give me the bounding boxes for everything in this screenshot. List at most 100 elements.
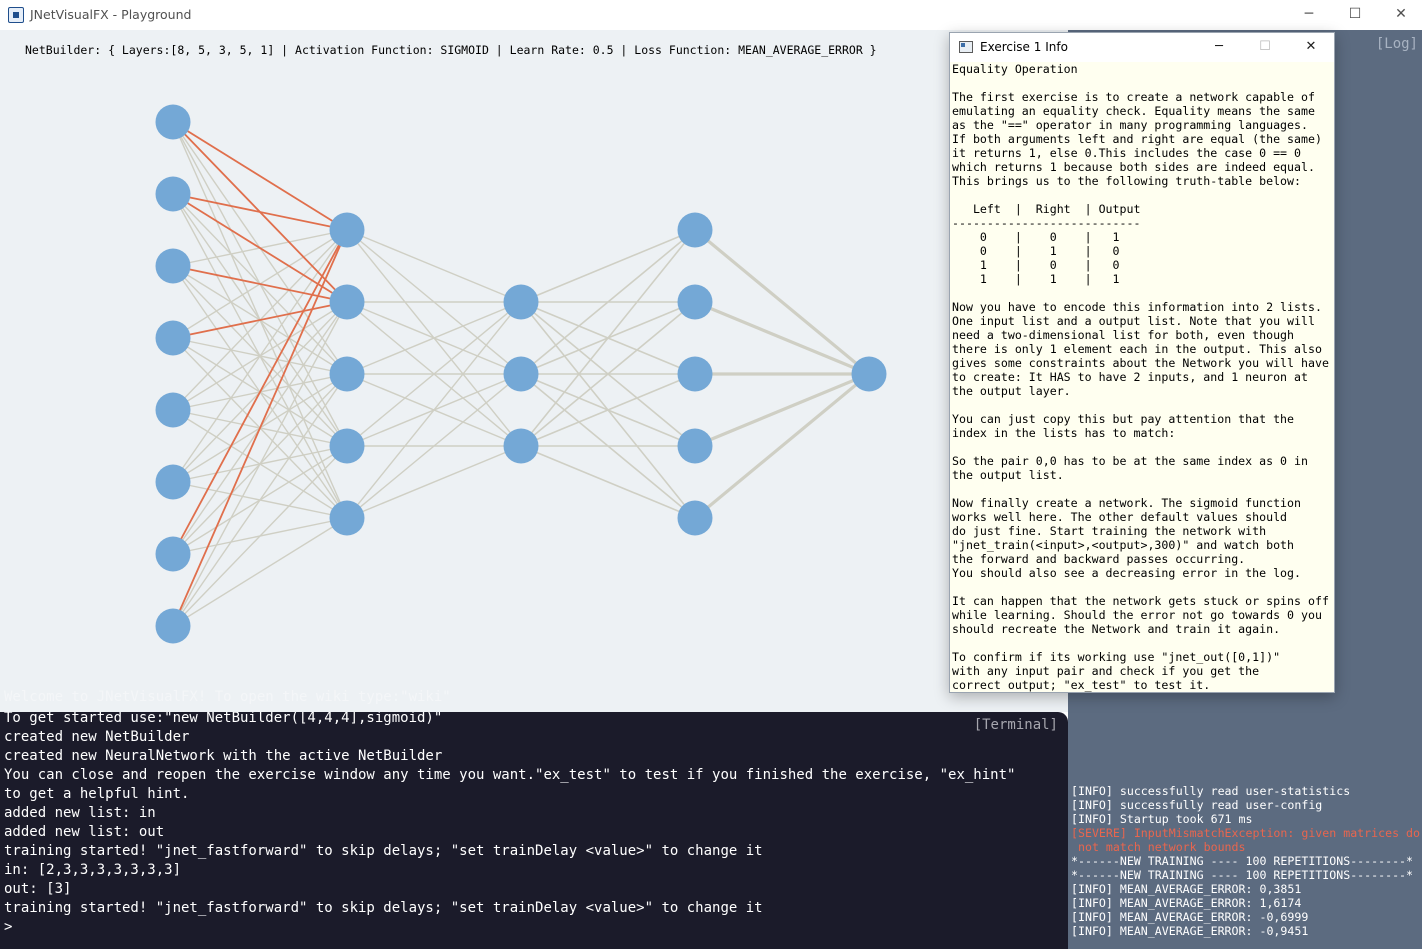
log-label: [Log] <box>1375 36 1418 52</box>
connection <box>694 372 870 448</box>
neuron-layer-3 <box>677 212 713 248</box>
terminal-line: added new list: out <box>4 824 165 840</box>
exercise-text-line: If both arguments left and right are equ… <box>952 132 1322 146</box>
app-icon <box>8 7 24 23</box>
exercise-minimize-button[interactable]: ─ <box>1196 33 1242 62</box>
terminal-line: in: [2,3,3,3,3,3,3,3] <box>4 862 182 878</box>
neuron-layer-0 <box>155 536 191 572</box>
connection <box>693 228 871 376</box>
active-connection <box>172 265 348 303</box>
connection <box>172 373 348 627</box>
terminal-line: added new list: in <box>4 805 156 821</box>
log-line: *------NEW TRAINING ---- 100 REPETITIONS… <box>1071 854 1414 868</box>
neuron-layer-3 <box>677 284 713 320</box>
terminal-line: You can close and reopen the exercise wi… <box>4 767 1016 783</box>
netbuilder-info: NetBuilder: { Layers:[8, 5, 3, 5, 1] | A… <box>25 43 877 57</box>
exercise-text-line: as the "==" operator in many programming… <box>952 118 1308 132</box>
neuron-layer-0 <box>155 320 191 356</box>
active-connection <box>172 193 348 303</box>
window-icon <box>959 41 973 53</box>
log-line: [INFO] Startup took 671 ms <box>1071 812 1253 826</box>
neuron-layer-2 <box>503 428 539 464</box>
neuron-layer-0 <box>155 464 191 500</box>
connection <box>694 300 870 376</box>
connection <box>693 372 871 520</box>
neuron-layer-1 <box>329 428 365 464</box>
log-line: not match network bounds <box>1071 840 1246 854</box>
exercise-text-line: You can just copy this but pay attention… <box>952 412 1295 426</box>
exercise-text-line: Equality Operation <box>952 62 1078 76</box>
active-connection <box>172 193 348 231</box>
exercise-text-line: gives some constraints about the Network… <box>952 356 1329 370</box>
connection <box>520 229 696 303</box>
exercise-text-line <box>952 398 1329 412</box>
exercise-titlebar[interactable]: Exercise 1 Info ─ ☐ ✕ <box>950 33 1334 62</box>
exercise-text-line: 1 | 0 | 0 <box>952 258 1120 272</box>
log-line: [SEVERE] InputMismatchException: given m… <box>1071 826 1421 840</box>
terminal-line: created new NetBuilder <box>4 729 190 745</box>
exercise-text-line <box>952 440 1329 454</box>
terminal-line: out: [3] <box>4 881 72 897</box>
neuron-layer-1 <box>329 212 365 248</box>
terminal-line: training started! "jnet_fastforward" to … <box>4 843 763 859</box>
exercise-description: Equality Operation The first exercise is… <box>952 62 1329 692</box>
exercise-text-line: the output layer. <box>952 384 1071 398</box>
neuron-layer-2 <box>503 356 539 392</box>
exercise-text-line: emulating an equality check. Equality me… <box>952 104 1315 118</box>
network-graph <box>155 104 887 644</box>
active-connection <box>172 229 348 555</box>
exercise-text-line: Now you have to encode this information … <box>952 300 1322 314</box>
log-output: [INFO] successfully read user-statistics… <box>1071 784 1422 938</box>
exercise-text-line: it returns 1, else 0.This includes the c… <box>952 146 1302 160</box>
exercise-text-line: Now finally create a network. The sigmoi… <box>952 496 1302 510</box>
exercise-text-line: to create: It HAS to have 2 inputs, and … <box>952 370 1308 384</box>
connection <box>172 229 348 483</box>
active-connection <box>172 229 348 627</box>
terminal-output[interactable]: To get started use:"new NetBuilder([4,4,… <box>4 712 1015 937</box>
exercise-maximize-button: ☐ <box>1259 39 1271 54</box>
exercise-text-line: You should also see a decreasing error i… <box>952 566 1302 580</box>
exercise-text-line: index in the lists has to match: <box>952 426 1176 440</box>
exercise-text-line: One input list and a output list. Note t… <box>952 314 1315 328</box>
log-line: *------NEW TRAINING ---- 100 REPETITIONS… <box>1071 868 1414 882</box>
exercise-title: Exercise 1 Info <box>980 40 1068 54</box>
exercise-text-line: with any input pair and check if you get… <box>952 664 1260 678</box>
exercise-text-line: which returns 1 because both sides are i… <box>952 160 1315 174</box>
connection <box>346 301 522 519</box>
network-canvas[interactable]: NetBuilder: { Layers:[8, 5, 3, 5, 1] | A… <box>0 30 1068 712</box>
neuron-layer-3 <box>677 500 713 536</box>
exercise-text-line: there is only 1 element each in the outp… <box>952 342 1322 356</box>
exercise-text-line: while learning. Should the error not go … <box>952 608 1322 622</box>
exercise-text-line: need a two-dimensional list for both, ev… <box>952 328 1295 342</box>
neuron-layer-2 <box>503 284 539 320</box>
exercise-text-line: works well here. The other default value… <box>952 510 1288 524</box>
exercise-window[interactable]: Exercise 1 Info ─ ☐ ✕ Equality Operation… <box>949 32 1335 693</box>
welcome-message: Welcome to JNetVisualFX! To open the wik… <box>4 689 451 705</box>
exercise-text-line: Left | Right | Output <box>952 202 1141 216</box>
connection <box>346 445 522 519</box>
connection <box>172 445 348 627</box>
neuron-layer-1 <box>329 500 365 536</box>
minimize-button[interactable]: ─ <box>1286 0 1332 30</box>
terminal-line: To get started use:"new NetBuilder([4,4,… <box>4 712 443 726</box>
terminal-line: training started! "jnet_fastforward" to … <box>4 900 763 916</box>
log-line: [INFO] MEAN_AVERAGE_ERROR: -0,6999 <box>1071 910 1309 924</box>
maximize-button[interactable]: ☐ <box>1332 0 1378 30</box>
neuron-layer-0 <box>155 248 191 284</box>
exercise-close-button[interactable]: ✕ <box>1288 33 1334 62</box>
close-button[interactable]: ✕ <box>1378 0 1422 30</box>
app-title: JNetVisualFX - Playground <box>30 7 192 22</box>
exercise-text-line: So the pair 0,0 has to be at the same in… <box>952 454 1308 468</box>
exercise-text-line: 0 | 0 | 1 <box>952 230 1120 244</box>
terminal-line: created new NeuralNetwork with the activ… <box>4 748 443 764</box>
exercise-text-line: "jnet_train(<input>,<output>,300)" and w… <box>952 538 1295 552</box>
connection <box>346 229 522 303</box>
exercise-text-line: do just fine. Start training the network… <box>952 524 1267 538</box>
exercise-text-line: the forward and backward passes occurrin… <box>952 552 1246 566</box>
terminal-panel[interactable]: [Terminal] To get started use:"new NetBu… <box>0 712 1068 949</box>
neuron-layer-1 <box>329 284 365 320</box>
exercise-text-line <box>952 188 1329 202</box>
neuron-layer-1 <box>329 356 365 392</box>
neuron-layer-4 <box>851 356 887 392</box>
neuron-layer-3 <box>677 428 713 464</box>
